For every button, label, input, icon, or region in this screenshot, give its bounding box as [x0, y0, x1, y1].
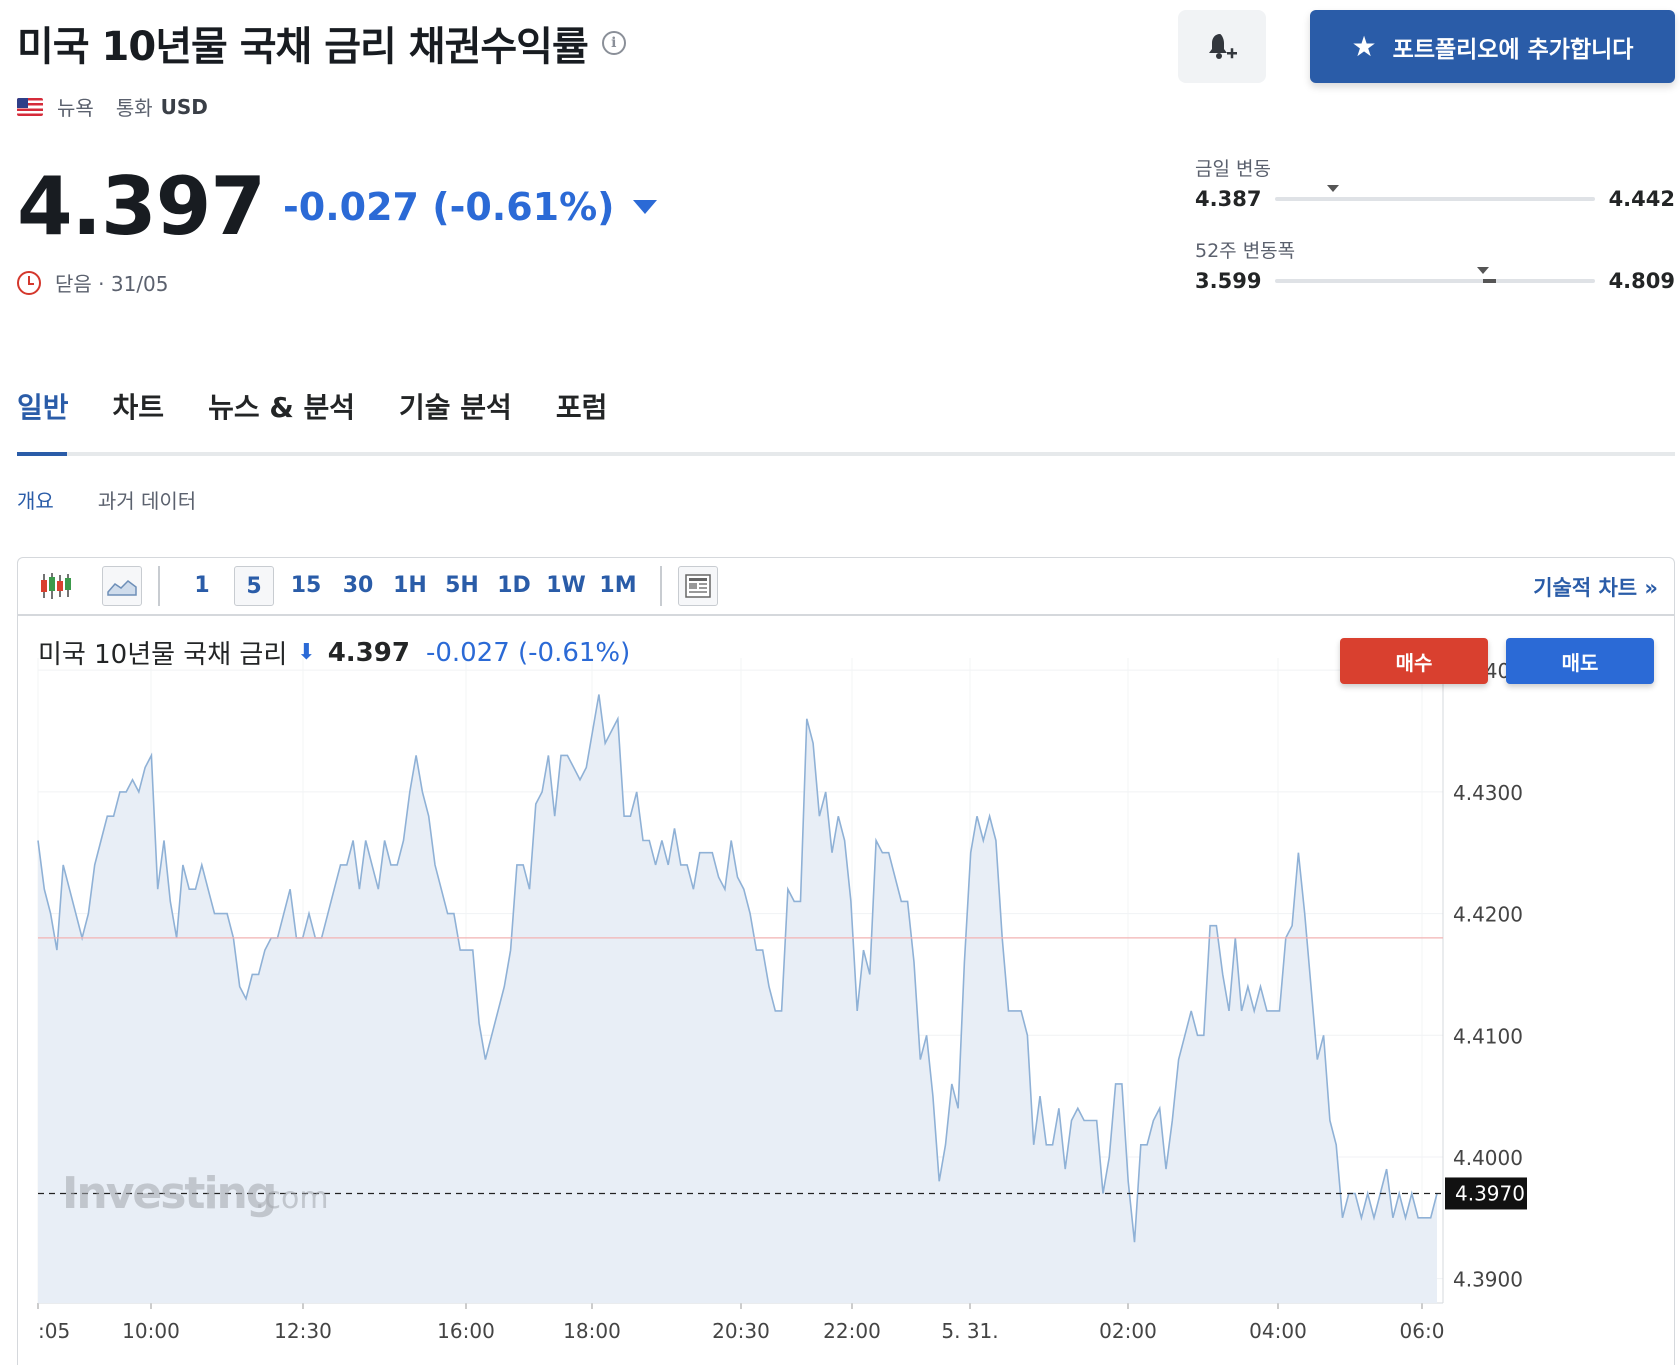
add-alert-button[interactable]	[1178, 10, 1266, 83]
investing-watermark-suffix: .com	[255, 1181, 329, 1216]
currency-label: 통화	[115, 96, 153, 120]
x-tick-label: 02:00	[1099, 1319, 1157, 1343]
add-to-portfolio-button[interactable]: ★ 포트폴리오에 추가합니다	[1310, 10, 1675, 83]
day-range-high: 4.442	[1608, 187, 1675, 211]
bell-plus-icon	[1209, 33, 1237, 59]
tab-technical[interactable]: 기술 분석	[399, 386, 512, 444]
x-tick-label: 18:00	[563, 1319, 621, 1343]
down-arrow-icon	[632, 200, 657, 214]
week52-range-fill	[1483, 279, 1496, 283]
star-icon: ★	[1351, 29, 1377, 63]
currency-value: USD	[160, 94, 208, 119]
market-status-text: 닫음 · 31/05	[55, 272, 169, 296]
week52-range-low: 3.599	[1195, 269, 1262, 293]
down-arrow-icon: ⬇	[297, 640, 316, 665]
title-row: 미국 10년물 국채 금리 채권수익률 i	[17, 14, 626, 72]
week52-range-marker	[1477, 267, 1489, 274]
us-flag-icon	[17, 97, 43, 116]
chart-panel: 1 5 15 30 1H 5H 1D 1W 1M 기술적 차트 » 4.4400…	[17, 557, 1675, 1365]
buy-button[interactable]: 매수	[1340, 638, 1488, 684]
main-tabs: 일반 차트 뉴스 & 분석 기술 분석 포럼	[17, 386, 607, 444]
day-range-bar	[1275, 185, 1595, 201]
week52-range-bar	[1275, 267, 1595, 283]
chart-header: 미국 10년물 국채 금리 ⬇ 4.397 -0.027 (-0.61%)	[38, 634, 630, 671]
last-price: 4.397	[17, 160, 266, 253]
subtab-historical-data[interactable]: 과거 데이터	[98, 485, 196, 514]
add-to-portfolio-label: 포트폴리오에 추가합니다	[1392, 36, 1634, 63]
active-tab-indicator	[17, 452, 67, 456]
subtab-overview[interactable]: 개요	[17, 485, 54, 514]
chart-change: -0.027 (-0.61%)	[425, 637, 631, 668]
x-tick-label: :05	[38, 1319, 70, 1343]
y-tick-label: 4.4200	[1453, 903, 1523, 927]
day-range-marker	[1326, 185, 1339, 192]
x-tick-label: 16:00	[437, 1319, 495, 1343]
day-range-label: 금일 변동	[1195, 158, 1271, 180]
tab-general[interactable]: 일반	[17, 386, 69, 444]
sell-button[interactable]: 매도	[1506, 638, 1654, 684]
week52-range-high: 4.809	[1608, 269, 1675, 293]
market-status: 닫음 · 31/05	[17, 268, 169, 297]
x-tick-label: 22:00	[823, 1319, 881, 1343]
location-label: 뉴욕	[57, 96, 94, 120]
x-tick-label: 12:30	[274, 1319, 332, 1343]
price-change: -0.027 (-0.61%)	[283, 185, 657, 229]
chart-instrument-name: 미국 10년물 국채 금리	[38, 640, 288, 670]
investing-watermark: Investing	[62, 1168, 275, 1219]
x-tick-label: 04:00	[1249, 1319, 1307, 1343]
chart-price: 4.397	[327, 637, 410, 668]
tabs-divider	[17, 452, 1675, 456]
x-tick-label: 20:30	[712, 1319, 770, 1343]
y-tick-label: 4.3900	[1453, 1268, 1523, 1292]
day-range: 금일 변동 4.387 4.442	[1195, 154, 1675, 211]
last-value-label: 4.3970	[1455, 1181, 1525, 1205]
week52-range-label: 52주 변동폭	[1195, 240, 1296, 262]
price-change-value: -0.027 (-0.61%)	[283, 185, 615, 229]
y-tick-label: 4.4300	[1453, 781, 1523, 805]
tab-chart[interactable]: 차트	[113, 386, 165, 444]
x-tick-label: 06:0	[1400, 1319, 1445, 1343]
tab-news-analysis[interactable]: 뉴스 & 분석	[208, 386, 355, 444]
x-tick-label: 5. 31.	[941, 1319, 998, 1343]
sub-tabs: 개요 과거 데이터	[17, 485, 196, 514]
x-tick-label: 10:00	[122, 1319, 180, 1343]
clock-icon	[17, 270, 41, 295]
y-tick-label: 4.4100	[1453, 1024, 1523, 1048]
tab-forum[interactable]: 포럼	[556, 386, 608, 444]
page-title: 미국 10년물 국채 금리 채권수익률	[17, 24, 589, 70]
week52-range: 52주 변동폭 3.599 4.809	[1195, 236, 1675, 293]
info-icon[interactable]: i	[601, 31, 626, 55]
y-tick-label: 4.4000	[1453, 1146, 1523, 1170]
meta-row: 뉴욕 통화 USD	[17, 92, 208, 121]
day-range-low: 4.387	[1195, 187, 1262, 211]
